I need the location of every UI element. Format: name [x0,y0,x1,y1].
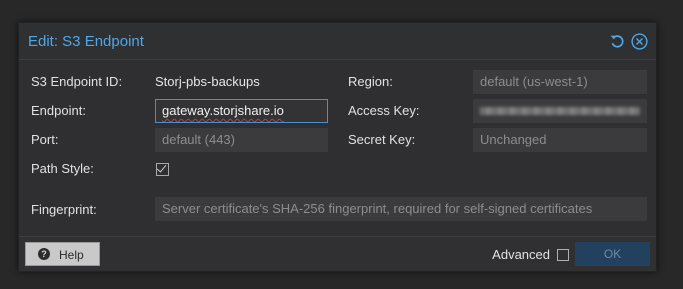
dialog-footer: ? Help Advanced OK [19,236,656,271]
secret-key-input[interactable]: Unchanged [473,128,647,152]
question-circle-icon: ? [38,248,50,260]
secret-key-placeholder: Unchanged [480,132,547,147]
access-key-redacted [480,107,640,115]
endpoint-id-label: S3 Endpoint ID: [31,74,123,89]
access-key-label: Access Key: [348,103,420,118]
port-label: Port: [31,132,59,147]
endpoint-id-value: Storj-pbs-backups [155,74,260,89]
region-label: Region: [348,74,393,89]
dialog-title: Edit: S3 Endpoint [28,33,144,50]
port-input[interactable]: default (443) [155,128,328,152]
region-placeholder: default (us-west-1) [480,74,588,89]
help-button[interactable]: ? Help [25,242,100,266]
dialog-titlebar: Edit: S3 Endpoint [19,23,656,60]
edit-s3-endpoint-dialog: Edit: S3 Endpoint S3 Endpoint ID: Storj-… [18,22,657,272]
fingerprint-label: Fingerprint: [31,202,97,217]
advanced-label: Advanced [492,247,550,262]
path-style-label: Path Style: [31,161,94,176]
help-button-label: Help [59,248,84,262]
endpoint-input[interactable]: gateway.storjshare.io [155,99,328,123]
port-placeholder: default (443) [162,132,235,147]
ok-button[interactable]: OK [575,242,650,266]
reset-icon[interactable] [609,33,626,50]
secret-key-label: Secret Key: [348,132,416,147]
region-input[interactable]: default (us-west-1) [473,70,647,94]
close-icon[interactable] [631,33,648,50]
advanced-checkbox[interactable] [557,249,569,261]
fingerprint-input[interactable]: Server certificate's SHA-256 fingerprint… [155,197,647,221]
fingerprint-placeholder: Server certificate's SHA-256 fingerprint… [162,201,593,216]
access-key-input[interactable] [473,99,647,123]
endpoint-input-value: gateway.storjshare.io [162,103,284,118]
dialog-body: S3 Endpoint ID: Storj-pbs-backups Endpoi… [19,60,656,236]
path-style-checkbox[interactable] [156,163,169,176]
endpoint-label: Endpoint: [31,103,86,118]
